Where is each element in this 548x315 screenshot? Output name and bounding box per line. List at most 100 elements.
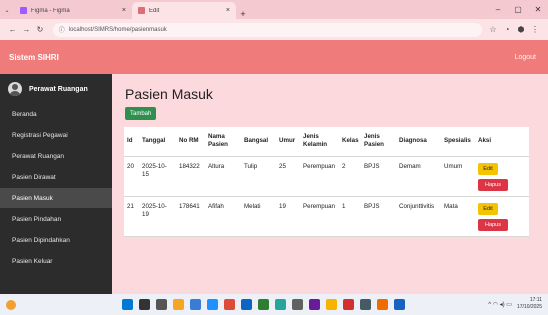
page-title: Pasien Masuk [125,86,213,102]
cell-nama: Altura [205,156,241,197]
sidebar-item-perawat-ruangan[interactable]: Perawat Ruangan [0,146,112,166]
cell-umur: 25 [276,156,300,197]
add-patient-button[interactable]: Tambah [125,107,157,120]
sidebar-item-pasien-pindahan[interactable]: Pasien Pindahan [0,209,112,229]
cell-bangsal: Melati [241,196,276,237]
browser-tab-figma[interactable]: Figma - Figma × [14,2,132,19]
sidebar: Perawat Ruangan Beranda Registrasi Pegaw… [0,74,112,294]
taskbar-app-icon[interactable] [207,299,218,310]
taskbar-app-icon[interactable] [224,299,235,310]
minimize-icon[interactable]: – [488,5,508,14]
sidebar-item-pasien-masuk[interactable]: Pasien Masuk [0,188,112,208]
bookmark-star-icon[interactable]: ☆ [486,25,500,34]
taskbar-app-icon[interactable] [360,299,371,310]
taskbar-app-icon[interactable] [139,299,150,310]
cell-aksi: Edit Hapus [475,156,529,197]
reload-icon[interactable]: ↻ [33,25,47,34]
cell-id: 21 [124,196,139,237]
table-header-row: Id Tanggal No RM Nama Pasien Bangsal Umu… [124,127,529,157]
patient-table-container: Id Tanggal No RM Nama Pasien Bangsal Umu… [124,127,529,237]
taskbar-app-icon[interactable] [258,299,269,310]
cell-jenis-kelamin: Perempuan [300,156,339,197]
browser-tab-edit[interactable]: Edit × [132,2,236,19]
taskbar-app-icon[interactable] [343,299,354,310]
taskbar-app-icon[interactable] [292,299,303,310]
tab-title: Edit [149,7,160,14]
browser-menu-icon[interactable]: ⋮ [528,25,542,34]
browser-toolbar: ☆ ◔ ⬢ ⋮ [486,25,542,34]
cell-jenis-kelamin: Perempuan [300,196,339,237]
sidebar-item-pasien-dipindahkan[interactable]: Pasien Dipindahkan [0,230,112,250]
weather-icon[interactable] [6,299,16,310]
maximize-icon[interactable]: ▢ [508,5,528,14]
taskbar-app-icon[interactable] [190,299,201,310]
taskbar-app-icon[interactable] [326,299,337,310]
cell-kelas: 1 [339,196,361,237]
profile-icon[interactable]: ◔ [500,25,514,34]
logout-link[interactable]: Logout [515,54,536,61]
sidebar-item-registrasi-pegawai[interactable]: Registrasi Pegawai [0,125,112,145]
address-bar-row: ← → ↻ ⓘ localhost/SIMRS/home/pasienmasuk… [0,19,548,40]
taskbar-app-icon[interactable] [275,299,286,310]
taskbar-app-icon[interactable] [156,299,167,310]
close-window-icon[interactable]: ✕ [528,5,548,14]
column-header: Tanggal [139,127,176,157]
tab-close-icon[interactable]: × [122,7,126,14]
app-brand[interactable]: Sistem SIHRI [9,53,59,62]
column-header: Umur [276,127,300,157]
taskbar-app-icons [122,299,411,310]
taskbar-app-icon[interactable] [377,299,388,310]
column-header: Jenis Kelamin [300,127,339,157]
cell-nama: Afifah [205,196,241,237]
cell-diagnosa: Conjunttivitis [396,196,441,237]
tray-icons[interactable]: ^ ◠ ◂) ▭ [488,301,512,308]
tab-close-icon[interactable]: × [226,7,230,14]
app-favicon-icon [138,7,145,14]
column-header: Jenis Pasien [361,127,396,157]
column-header: No RM [176,127,205,157]
cell-spesialis: Umum [441,156,475,197]
taskbar-app-icon[interactable] [394,299,405,310]
edit-button[interactable]: Edit [478,162,498,175]
cell-umur: 19 [276,196,300,237]
window-controls: – ▢ ✕ [488,0,548,19]
figma-favicon-icon [20,7,27,14]
tab-title: Figma - Figma [31,7,70,14]
column-header: Nama Pasien [205,127,241,157]
app-header: Sistem SIHRI Logout [0,40,548,74]
sidebar-item-beranda[interactable]: Beranda [0,104,112,124]
site-info-icon[interactable]: ⓘ [59,25,65,34]
taskbar-app-icon[interactable] [241,299,252,310]
taskbar-app-icon[interactable] [173,299,184,310]
edit-button[interactable]: Edit [478,202,498,215]
delete-button[interactable]: Hapus [478,178,508,191]
taskbar-app-icon[interactable] [122,299,133,310]
column-header: Aksi [475,127,529,157]
profile-name: Perawat Ruangan [29,85,88,93]
chevron-down-icon: ⌄ [4,8,10,14]
clock-time: 17:11 [529,297,542,303]
column-header: Spesialis [441,127,475,157]
taskbar-app-icon[interactable] [309,299,320,310]
patient-table: Id Tanggal No RM Nama Pasien Bangsal Umu… [124,127,529,237]
table-row: 20 2025-10-15 184322 Altura Tulip 25 Per… [124,156,529,197]
cell-tanggal: 2025-10-15 [139,156,176,197]
forward-icon[interactable]: → [20,25,34,34]
url-field[interactable]: ⓘ localhost/SIMRS/home/pasienmasuk [52,22,482,37]
new-tab-button[interactable]: + [236,9,250,19]
sidebar-item-pasien-dirawat[interactable]: Pasien Dirawat [0,167,112,187]
cell-no-rm: 184322 [176,156,205,197]
delete-button[interactable]: Hapus [478,218,508,231]
clock[interactable]: 17:11 17/10/2025 [517,297,542,311]
back-icon[interactable]: ← [6,25,20,34]
cell-jenis-pasien: BPJS [361,196,396,237]
tab-search-button[interactable]: ⌄ [0,2,14,19]
main-content: Pasien Masuk Tambah Id Tanggal No RM Nam… [112,74,548,294]
os-taskbar: ^ ◠ ◂) ▭ 17:11 17/10/2025 [0,294,548,315]
extension-icon[interactable]: ⬢ [514,25,528,34]
sidebar-item-pasien-keluar[interactable]: Pasien Keluar [0,251,112,271]
cell-diagnosa: Demam [396,156,441,197]
cell-jenis-pasien: BPJS [361,156,396,197]
user-avatar-icon [8,82,22,96]
column-header: Id [124,127,139,157]
